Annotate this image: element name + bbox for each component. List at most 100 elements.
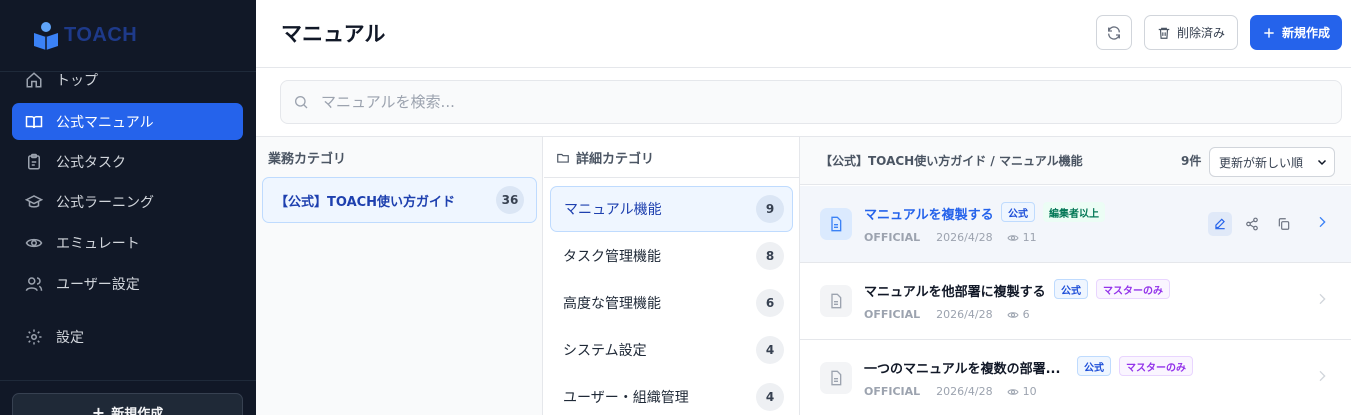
- official-badge: 公式: [1001, 202, 1035, 222]
- sidebar-item-label: トップ: [56, 72, 98, 89]
- view-count: 6: [1007, 308, 1030, 321]
- copy-icon: [1278, 218, 1290, 230]
- chevron-down-icon: [1316, 156, 1328, 168]
- sidebar-item-label: 公式タスク: [56, 154, 126, 171]
- sidebar-item-official-task[interactable]: 公式タスク: [12, 143, 243, 180]
- count-badge: 4: [756, 383, 784, 411]
- chevron-right-icon[interactable]: [1314, 368, 1330, 384]
- chevron-right-icon[interactable]: [1314, 291, 1330, 307]
- search-icon: [293, 94, 309, 110]
- detail-category-item[interactable]: ユーザー・組織管理 4: [550, 374, 793, 415]
- manual-list-column: 【公式】TOACH使い方ガイド / マニュアル機能 9件 更新が新しい順 マニュ…: [800, 137, 1351, 415]
- manual-meta: OFFICIAL 2026/4/28 11: [864, 231, 1037, 244]
- sort-select-value: 更新が新しい順: [1219, 155, 1304, 170]
- new-manual-button[interactable]: 新規作成: [1250, 15, 1342, 50]
- gear-icon: [24, 327, 44, 347]
- detail-category-item[interactable]: 高度な管理機能 6: [550, 280, 793, 326]
- chevron-right-icon[interactable]: [1314, 214, 1330, 230]
- count-badge: 6: [756, 289, 784, 317]
- search-bar: [280, 80, 1342, 124]
- count-badge: 4: [756, 336, 784, 364]
- share-button[interactable]: [1240, 212, 1264, 236]
- view-count-value: 11: [1022, 231, 1037, 244]
- sidebar: TOACH トップ 公式マニュアル 公式タスク 公式ラーニング エミュレート ユ…: [0, 0, 256, 415]
- detail-category-item[interactable]: マニュアル機能 9: [550, 186, 793, 232]
- edit-button[interactable]: [1208, 212, 1232, 236]
- new-manual-button-label: 新規作成: [1281, 26, 1330, 40]
- manual-title[interactable]: 一つのマニュアルを複数の部署...: [864, 358, 1060, 377]
- sidebar-item-top[interactable]: トップ: [12, 61, 243, 98]
- refresh-button[interactable]: [1096, 15, 1132, 50]
- detail-category-label: マニュアル機能: [564, 202, 662, 218]
- result-count: 9件: [1181, 154, 1202, 168]
- detail-category-label: ユーザー・組織管理: [563, 390, 689, 406]
- manual-row[interactable]: マニュアルを複製する 公式 編集者以上 OFFICIAL 2026/4/28 1…: [800, 186, 1351, 263]
- sidebar-item-label: エミュレート: [56, 235, 140, 252]
- plus-icon: [1262, 26, 1276, 40]
- edit-icon: [1215, 218, 1225, 230]
- manual-row[interactable]: マニュアルを他部署に複製する 公式 マスターのみ OFFICIAL 2026/4…: [800, 263, 1351, 340]
- sidebar-item-official-learning[interactable]: 公式ラーニング: [12, 183, 243, 220]
- view-count-value: 6: [1022, 308, 1030, 321]
- search-input[interactable]: [321, 93, 1221, 111]
- eye-icon: [1007, 309, 1019, 321]
- manual-meta: OFFICIAL 2026/4/28 10: [864, 385, 1037, 398]
- column-divider: [544, 177, 799, 178]
- manual-date: 2026/4/28: [936, 231, 993, 244]
- page-title: マニュアル: [281, 22, 386, 46]
- sidebar-item-label: 公式ラーニング: [56, 194, 154, 211]
- share-icon: [1246, 217, 1258, 231]
- detail-category-item[interactable]: タスク管理機能 8: [550, 233, 793, 279]
- users-icon: [24, 274, 44, 294]
- book-icon: [24, 112, 44, 132]
- sidebar-divider: [0, 380, 256, 381]
- row-actions: [1208, 212, 1304, 236]
- sidebar-item-emulate[interactable]: エミュレート: [12, 224, 243, 261]
- sidebar-item-official-manual[interactable]: 公式マニュアル: [12, 103, 243, 140]
- refresh-icon: [1107, 25, 1121, 40]
- manual-row[interactable]: 一つのマニュアルを複数の部署... 公式 マスターのみ OFFICIAL 202…: [800, 340, 1351, 415]
- sidebar-item-label: 設定: [56, 329, 84, 346]
- official-badge: 公式: [1077, 356, 1111, 376]
- folder-icon: [556, 151, 570, 165]
- sidebar-item-settings[interactable]: 設定: [12, 318, 243, 355]
- home-icon: [24, 70, 44, 90]
- document-icon: [820, 285, 852, 317]
- permission-badge: 編集者以上: [1043, 202, 1105, 222]
- count-badge: 9: [756, 195, 784, 223]
- graduation-cap-icon: [24, 192, 44, 212]
- detail-category-heading-label: 詳細カテゴリ: [576, 152, 655, 167]
- brand-logo[interactable]: TOACH: [30, 18, 137, 52]
- manual-date: 2026/4/28: [936, 308, 993, 321]
- detail-category-column: 詳細カテゴリ マニュアル機能 9 タスク管理機能 8 高度な管理機能 6 システ…: [544, 137, 800, 415]
- copy-button[interactable]: [1272, 212, 1296, 236]
- sidebar-item-user-settings[interactable]: ユーザー設定: [12, 265, 243, 302]
- sidebar-new-button[interactable]: + 新規作成: [12, 393, 243, 415]
- detail-category-item[interactable]: システム設定 4: [550, 327, 793, 373]
- document-icon: [820, 362, 852, 394]
- sidebar-item-label: 公式マニュアル: [56, 114, 154, 131]
- sidebar-item-label: ユーザー設定: [56, 276, 140, 293]
- plus-icon: +: [91, 402, 106, 415]
- eye-icon: [1007, 232, 1019, 244]
- business-category-item[interactable]: 【公式】TOACH使い方ガイド 36: [262, 177, 537, 223]
- breadcrumb: 【公式】TOACH使い方ガイド / マニュアル機能: [820, 154, 1083, 168]
- manual-title[interactable]: マニュアルを他部署に複製する: [864, 281, 1046, 300]
- clipboard-icon: [24, 152, 44, 172]
- permission-badge: マスターのみ: [1096, 279, 1170, 299]
- detail-category-label: タスク管理機能: [563, 249, 661, 265]
- sidebar-new-button-label: 新規作成: [111, 406, 164, 415]
- manual-source: OFFICIAL: [864, 385, 921, 398]
- view-count: 10: [1007, 385, 1037, 398]
- view-count: 11: [1007, 231, 1037, 244]
- sort-select[interactable]: 更新が新しい順: [1209, 147, 1335, 177]
- permission-badge: マスターのみ: [1119, 356, 1193, 376]
- view-count-value: 10: [1022, 385, 1037, 398]
- eye-icon: [1007, 386, 1019, 398]
- detail-category-label: システム設定: [563, 343, 647, 359]
- manual-title[interactable]: マニュアルを複製する: [864, 204, 994, 223]
- count-badge: 8: [756, 242, 784, 270]
- deleted-button[interactable]: 削除済み: [1144, 15, 1238, 50]
- document-icon: [820, 208, 852, 240]
- business-category-column: 業務カテゴリ 【公式】TOACH使い方ガイド 36: [256, 137, 543, 415]
